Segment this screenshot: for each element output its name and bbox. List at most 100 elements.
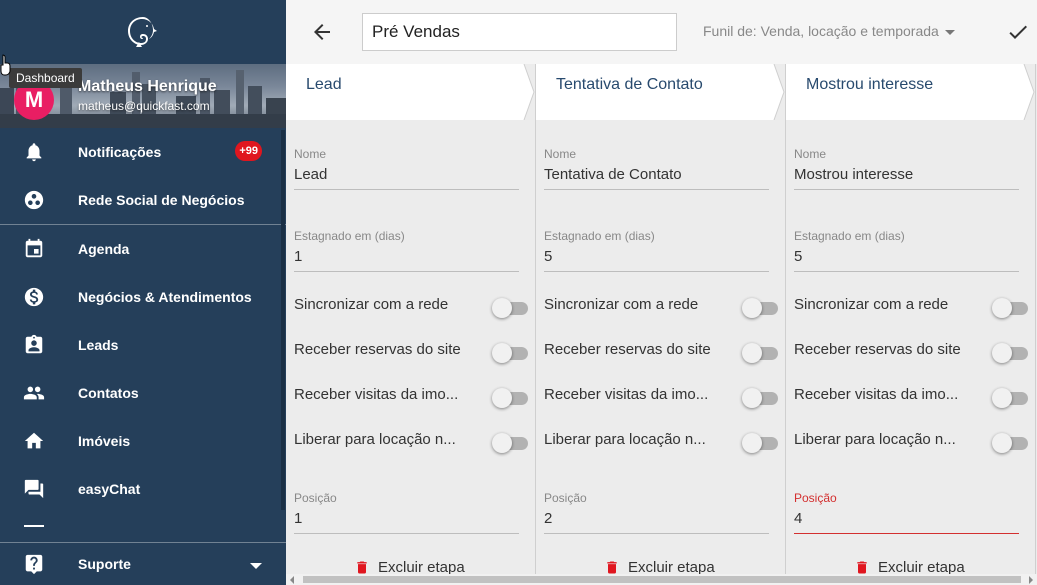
stagnant-label: Estagnado em (dias) bbox=[794, 229, 905, 243]
toggle-label: Receber reservas do site bbox=[544, 341, 711, 358]
position-label: Posição bbox=[544, 491, 587, 505]
help-icon bbox=[0, 553, 78, 575]
toggle-row: Liberar para locação n... bbox=[794, 431, 1028, 455]
toggle-row: Receber visitas da imo... bbox=[294, 386, 528, 410]
name-field[interactable]: Tentativa de Contato bbox=[544, 166, 769, 190]
sidebar-item-label: Rede Social de Negócios bbox=[78, 192, 245, 208]
stage-header: Lead bbox=[286, 64, 536, 120]
toggle-label: Receber visitas da imo... bbox=[794, 386, 959, 403]
sidebar-item-contatos[interactable]: Contatos bbox=[0, 369, 286, 417]
scroll-right-icon[interactable] bbox=[1029, 576, 1033, 584]
toggle-label: Receber reservas do site bbox=[294, 341, 461, 358]
stagnant-days-field[interactable]: 1 bbox=[294, 248, 519, 272]
funnel-title-input[interactable] bbox=[362, 13, 677, 51]
toggle-label: Receber reservas do site bbox=[794, 341, 961, 358]
sidebar-item-label: Suporte bbox=[78, 556, 131, 572]
stages-container: Lead Nome Lead Estagnado em (dias) 1 Sin… bbox=[286, 64, 1037, 574]
property-visits-toggle[interactable] bbox=[742, 388, 778, 408]
toggle-label: Sincronizar com a rede bbox=[794, 296, 949, 313]
site-reservations-toggle[interactable] bbox=[992, 343, 1028, 363]
stagnant-days-field[interactable]: 5 bbox=[544, 248, 769, 272]
property-visits-toggle[interactable] bbox=[492, 388, 528, 408]
sync-network-toggle[interactable] bbox=[742, 298, 778, 318]
delete-stage-button[interactable]: Excluir etapa bbox=[854, 559, 965, 574]
name-label: Nome bbox=[294, 147, 327, 161]
hand-cursor-icon bbox=[0, 54, 11, 76]
sync-network-toggle[interactable] bbox=[492, 298, 528, 318]
toggle-row: Receber reservas do site bbox=[294, 341, 528, 365]
sync-network-toggle[interactable] bbox=[992, 298, 1028, 318]
stage-header-label: Tentativa de Contato bbox=[556, 76, 703, 93]
stagnant-label: Estagnado em (dias) bbox=[544, 229, 655, 243]
sidebar-item-label: Negócios & Atendimentos bbox=[78, 289, 252, 305]
delete-stage-label: Excluir etapa bbox=[628, 559, 715, 574]
position-label: Posição bbox=[794, 491, 837, 505]
name-field[interactable]: Mostrou interesse bbox=[794, 166, 1019, 190]
leads-icon bbox=[0, 334, 78, 356]
next-item-partial-icon bbox=[24, 525, 44, 527]
sidebar-scrollbar[interactable] bbox=[281, 130, 285, 510]
sidebar-item-agenda[interactable]: Agenda bbox=[0, 225, 286, 273]
network-icon bbox=[0, 189, 78, 211]
delete-stage-button[interactable]: Excluir etapa bbox=[354, 559, 465, 574]
caret-down-icon bbox=[944, 29, 955, 35]
scrollbar-thumb[interactable] bbox=[303, 576, 1021, 583]
toggle-label: Sincronizar com a rede bbox=[544, 296, 699, 313]
sidebar-item-imoveis[interactable]: Imóveis bbox=[0, 417, 286, 465]
stage-header: Tentativa de Contato bbox=[536, 64, 786, 120]
site-reservations-toggle[interactable] bbox=[742, 343, 778, 363]
sidebar-item-easychat[interactable]: easyChat bbox=[0, 465, 286, 513]
sidebar-item-label: Contatos bbox=[78, 385, 139, 401]
bell-icon bbox=[0, 141, 78, 163]
funnel-select[interactable]: Funil de: Venda, locação e temporada bbox=[703, 23, 955, 39]
sidebar-item-label: easyChat bbox=[78, 481, 141, 497]
chevron-down-icon[interactable] bbox=[250, 563, 262, 569]
horizontal-scrollbar[interactable] bbox=[286, 574, 1037, 585]
position-field[interactable]: 4 bbox=[794, 510, 1019, 534]
toggle-row: Liberar para locação n... bbox=[544, 431, 778, 455]
toggle-label: Receber visitas da imo... bbox=[294, 386, 459, 403]
delete-stage-label: Excluir etapa bbox=[878, 559, 965, 574]
toggle-row: Receber reservas do site bbox=[544, 341, 778, 365]
toggle-label: Liberar para locação n... bbox=[544, 431, 706, 448]
name-label: Nome bbox=[544, 147, 577, 161]
top-bar: Funil de: Venda, locação e temporada bbox=[286, 0, 1037, 64]
back-arrow-icon[interactable] bbox=[310, 20, 334, 44]
user-name: Matheus Henrique bbox=[78, 78, 217, 95]
sidebar-item-label: Imóveis bbox=[78, 433, 131, 449]
stage-column: Lead Nome Lead Estagnado em (dias) 1 Sin… bbox=[286, 64, 536, 574]
position-field[interactable]: 2 bbox=[544, 510, 769, 534]
sidebar-item-rede-social[interactable]: Rede Social de Negócios bbox=[0, 176, 286, 224]
tooltip: Dashboard bbox=[9, 68, 82, 88]
stage-column: Tentativa de Contato Nome Tentativa de C… bbox=[536, 64, 786, 574]
scroll-left-icon[interactable] bbox=[290, 576, 294, 584]
toggle-row: Liberar para locação n... bbox=[294, 431, 528, 455]
sidebar-item-leads[interactable]: Leads bbox=[0, 321, 286, 369]
contacts-icon bbox=[0, 382, 78, 404]
toggle-label: Sincronizar com a rede bbox=[294, 296, 449, 313]
sidebar-menu: Notificações +99 Rede Social de Negócios… bbox=[0, 128, 286, 513]
toggle-row: Sincronizar com a rede bbox=[294, 296, 528, 320]
stage-header-label: Mostrou interesse bbox=[806, 76, 934, 93]
site-reservations-toggle[interactable] bbox=[492, 343, 528, 363]
property-visits-toggle[interactable] bbox=[992, 388, 1028, 408]
sidebar-item-notificacoes[interactable]: Notificações +99 bbox=[0, 128, 286, 176]
delete-stage-button[interactable]: Excluir etapa bbox=[604, 559, 715, 574]
toggle-row: Receber reservas do site bbox=[794, 341, 1028, 365]
release-rental-toggle[interactable] bbox=[492, 433, 528, 453]
release-rental-toggle[interactable] bbox=[992, 433, 1028, 453]
toggle-label: Receber visitas da imo... bbox=[544, 386, 709, 403]
name-field[interactable]: Lead bbox=[294, 166, 519, 190]
calendar-icon bbox=[0, 238, 78, 260]
stagnant-days-field[interactable]: 5 bbox=[794, 248, 1019, 272]
sidebar-item-label: Agenda bbox=[78, 241, 130, 257]
toggle-label: Liberar para locação n... bbox=[794, 431, 956, 448]
notification-badge: +99 bbox=[235, 141, 262, 161]
toggle-row: Receber visitas da imo... bbox=[794, 386, 1028, 410]
position-field[interactable]: 1 bbox=[294, 510, 519, 534]
sidebar-item-suporte[interactable]: Suporte bbox=[0, 542, 286, 585]
release-rental-toggle[interactable] bbox=[742, 433, 778, 453]
app-logo[interactable] bbox=[0, 0, 286, 64]
check-icon[interactable] bbox=[1006, 20, 1030, 44]
sidebar-item-negocios[interactable]: Negócios & Atendimentos bbox=[0, 273, 286, 321]
